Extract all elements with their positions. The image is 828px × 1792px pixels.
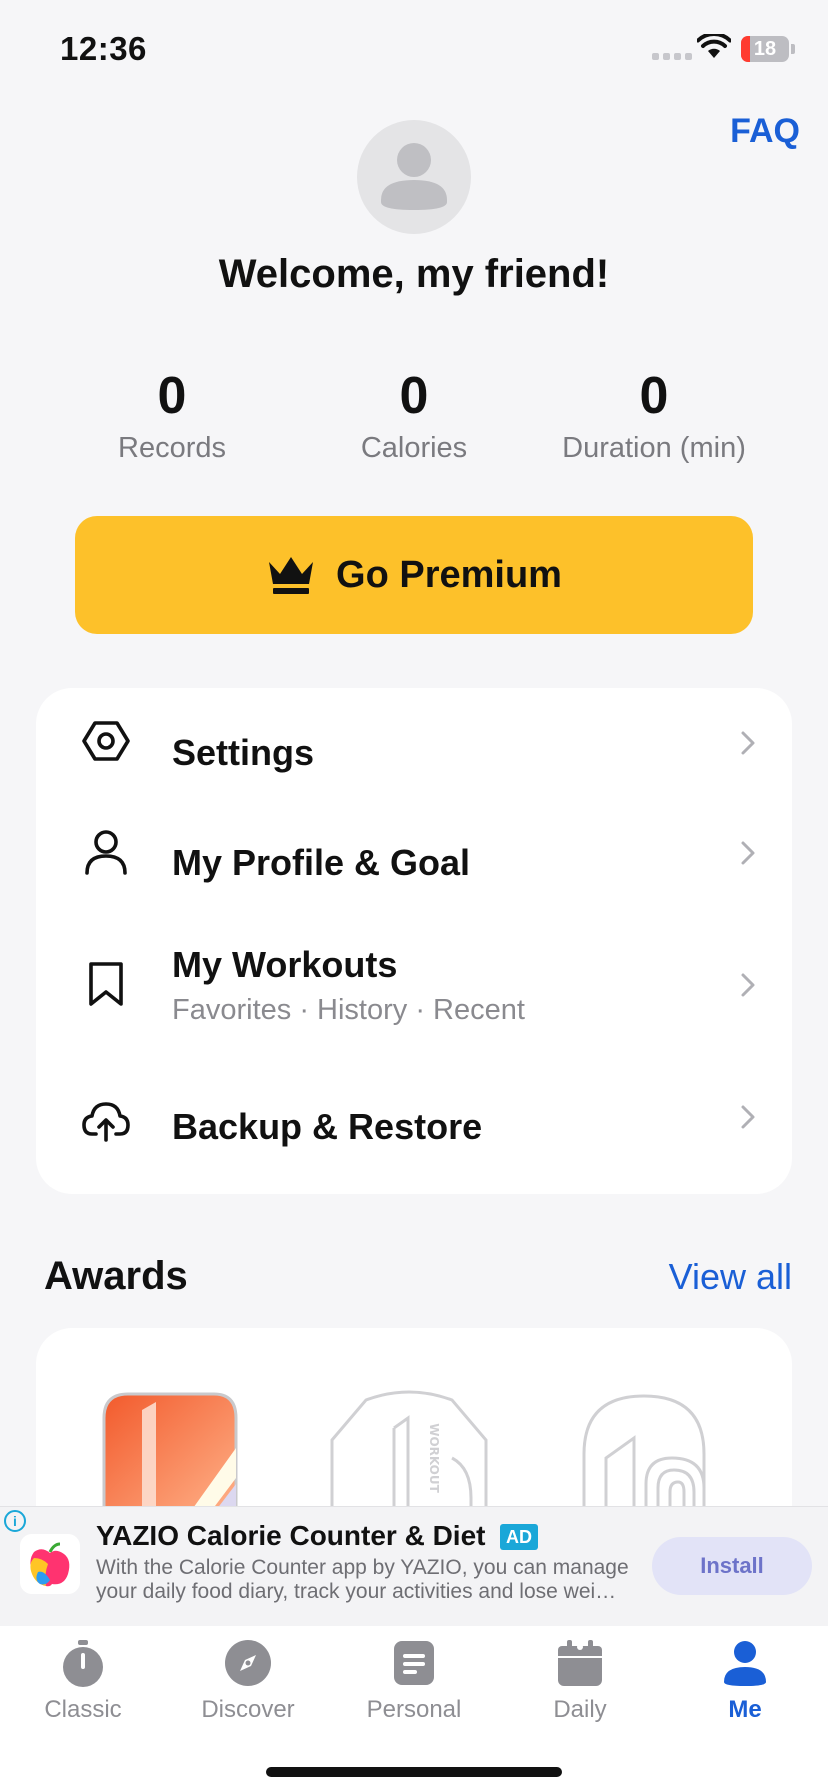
menu-item-profile-goal[interactable]: My Profile & Goal bbox=[36, 798, 792, 908]
crown-icon bbox=[269, 557, 314, 594]
tab-classic[interactable]: Classic bbox=[0, 1638, 166, 1724]
stat-label: Records bbox=[118, 432, 226, 464]
tab-discover[interactable]: Discover bbox=[165, 1638, 331, 1724]
avatar-person-icon bbox=[381, 143, 447, 210]
chevron-right-icon bbox=[741, 1105, 755, 1129]
cellular-signal-icon bbox=[652, 53, 692, 60]
cloud-upload-icon bbox=[82, 1102, 130, 1142]
profile-icon bbox=[85, 830, 127, 875]
tab-daily[interactable]: Daily bbox=[497, 1638, 663, 1724]
svg-text:WORKOUT: WORKOUT bbox=[427, 1423, 441, 1493]
status-time: 12:36 bbox=[60, 30, 147, 67]
settings-menu-card: Settings My Profile & Goal My Workouts F… bbox=[36, 688, 792, 1194]
go-premium-label: Go Premium bbox=[336, 553, 562, 596]
wifi-icon bbox=[697, 34, 731, 58]
ad-description: With the Calorie Counter app by YAZIO, y… bbox=[96, 1556, 641, 1604]
stat-records: 0 Records bbox=[52, 366, 292, 465]
award-badge-locked-icon[interactable] bbox=[576, 1388, 742, 1508]
stat-label: Duration (min) bbox=[562, 432, 746, 464]
stat-value: 0 bbox=[157, 367, 187, 425]
ad-badge: AD bbox=[500, 1524, 538, 1550]
menu-item-my-workouts[interactable]: My Workouts Favorites · History · Recent bbox=[36, 908, 792, 1062]
ad-install-button[interactable]: Install bbox=[652, 1537, 812, 1595]
faq-link[interactable]: FAQ bbox=[700, 112, 800, 151]
stopwatch-icon bbox=[63, 1640, 103, 1687]
ad-info-icon[interactable]: i bbox=[4, 1510, 26, 1532]
stat-value: 0 bbox=[639, 367, 669, 425]
home-indicator bbox=[266, 1767, 562, 1777]
stat-duration: 0 Duration (min) bbox=[534, 366, 774, 465]
tab-label: Discover bbox=[201, 1696, 295, 1723]
stat-calories: 0 Calories bbox=[294, 366, 534, 465]
ad-description-line: your daily food diary, track your activi… bbox=[96, 1580, 617, 1603]
tab-label: Me bbox=[728, 1696, 762, 1723]
bookmark-icon bbox=[89, 962, 123, 1006]
status-bar: 12:36 18 bbox=[0, 0, 828, 100]
view-all-awards-link[interactable]: View all bbox=[600, 1256, 792, 1298]
chevron-right-icon bbox=[741, 973, 755, 997]
battery-icon: 18 bbox=[741, 36, 789, 62]
stat-label: Calories bbox=[360, 432, 468, 464]
yazio-app-logo-icon bbox=[20, 1534, 80, 1594]
tab-label: Classic bbox=[44, 1696, 122, 1723]
menu-item-label: My Workouts bbox=[172, 944, 398, 985]
go-premium-button[interactable]: Go Premium bbox=[75, 516, 753, 634]
tab-label: Personal bbox=[366, 1696, 462, 1723]
ad-title: YAZIO Calorie Counter & Diet bbox=[96, 1520, 486, 1551]
welcome-title: Welcome, my friend! bbox=[218, 252, 610, 296]
award-badge-locked-icon[interactable]: WORKOUT bbox=[326, 1388, 492, 1508]
tab-personal[interactable]: Personal bbox=[331, 1638, 497, 1724]
avatar[interactable] bbox=[357, 120, 471, 234]
person-icon bbox=[724, 1641, 766, 1686]
menu-item-backup-restore[interactable]: Backup & Restore bbox=[36, 1062, 792, 1194]
document-icon bbox=[394, 1641, 434, 1685]
ad-description-line: With the Calorie Counter app by YAZIO, y… bbox=[96, 1556, 629, 1579]
tab-me[interactable]: Me bbox=[662, 1638, 828, 1724]
menu-item-label: Backup & Restore bbox=[172, 1106, 483, 1147]
award-badge-earned-icon[interactable] bbox=[86, 1388, 252, 1508]
tab-label: Daily bbox=[553, 1696, 607, 1723]
awards-card: WORKOUT bbox=[36, 1328, 792, 1508]
battery-cap bbox=[791, 44, 795, 54]
menu-item-settings[interactable]: Settings bbox=[36, 688, 792, 798]
battery-level: 18 bbox=[753, 38, 777, 60]
settings-icon bbox=[82, 721, 130, 761]
stat-value: 0 bbox=[399, 367, 429, 425]
awards-title: Awards bbox=[44, 1254, 188, 1298]
chevron-right-icon bbox=[741, 731, 755, 755]
menu-item-label: Settings bbox=[172, 732, 315, 773]
compass-icon bbox=[225, 1640, 271, 1686]
calendar-icon bbox=[558, 1640, 602, 1686]
menu-item-label: My Profile & Goal bbox=[172, 842, 471, 883]
chevron-right-icon bbox=[741, 841, 755, 865]
menu-item-subtitle: Favorites · History · Recent bbox=[172, 994, 525, 1026]
